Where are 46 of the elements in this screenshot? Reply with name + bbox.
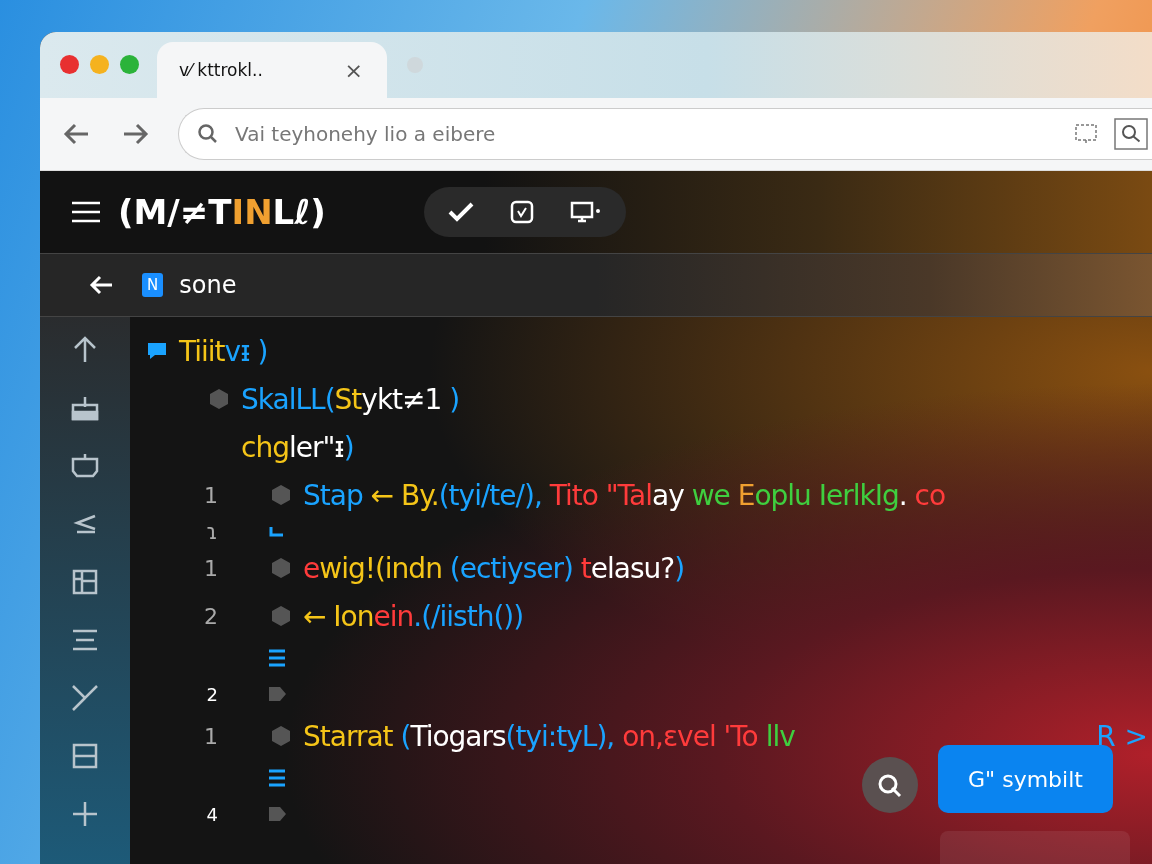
line-number: 1: [204, 555, 218, 581]
tab-close-button[interactable]: ×: [342, 57, 365, 83]
hexagon-icon: [207, 387, 231, 411]
code-line: Tiiitvᵻ ): [179, 334, 268, 368]
primary-button[interactable]: G" symbilt: [938, 745, 1113, 813]
grid-icon[interactable]: [70, 567, 100, 597]
code-line: ewig!(indn (ectiyser) telasu?): [303, 551, 685, 585]
hexagon-icon: [269, 724, 293, 748]
code-line: ← Ionein.(/iisth()): [303, 599, 524, 633]
hexagon-icon: [269, 556, 293, 580]
browser-tab[interactable]: ᴠ⁄ kttrokl.. ×: [157, 42, 387, 98]
checkmark-icon[interactable]: [447, 201, 474, 223]
breadcrumb-label[interactable]: sone: [179, 271, 237, 299]
code-line: chgler"ᵻ): [241, 430, 354, 464]
menu-icon[interactable]: [72, 201, 100, 223]
plus-icon[interactable]: [70, 799, 100, 829]
code-line: Stap ← By.(tyi/te/), Tito "Talay we Eoplu IerlkIg. co: [303, 478, 946, 512]
hexagon-icon: [269, 604, 293, 628]
back-icon[interactable]: [88, 274, 114, 296]
search-icon[interactable]: [1114, 118, 1148, 150]
line-number: 4: [206, 803, 218, 825]
fold-icon: [269, 649, 285, 667]
line-number: 2: [204, 603, 218, 629]
line-number: 1: [204, 723, 218, 749]
hexagon-icon: [269, 483, 293, 507]
tag-icon: [269, 686, 287, 702]
tag-icon: [269, 806, 287, 822]
fold-icon: [269, 769, 285, 787]
line-number: ɿ: [206, 519, 218, 544]
code-line: SkalLL(Stykt≠1 ): [241, 382, 460, 416]
monitor-icon[interactable]: [569, 200, 602, 224]
address-bar[interactable]: Vai teyhonehy lio a eibere: [178, 108, 1152, 160]
checkbox-icon[interactable]: [509, 200, 534, 224]
search-icon: [197, 123, 219, 145]
chevron-icon[interactable]: [70, 683, 100, 713]
code-line: Starrat (Tiogars(tyi:tyL), on,ɛvel 'To llv: [303, 719, 795, 753]
line-number: 1: [204, 482, 218, 508]
search-button[interactable]: [862, 757, 918, 813]
line-number: 2: [206, 683, 218, 705]
tab-title: ᴠ⁄ kttrokl..: [179, 60, 264, 80]
bracket-icon: [269, 526, 285, 537]
screen-icon[interactable]: [1074, 122, 1098, 146]
panel-icon[interactable]: [70, 741, 100, 771]
file-badge: N: [142, 273, 164, 297]
close-window-button[interactable]: [60, 54, 79, 74]
app-title: (M/≠TINLℓ): [118, 192, 326, 232]
